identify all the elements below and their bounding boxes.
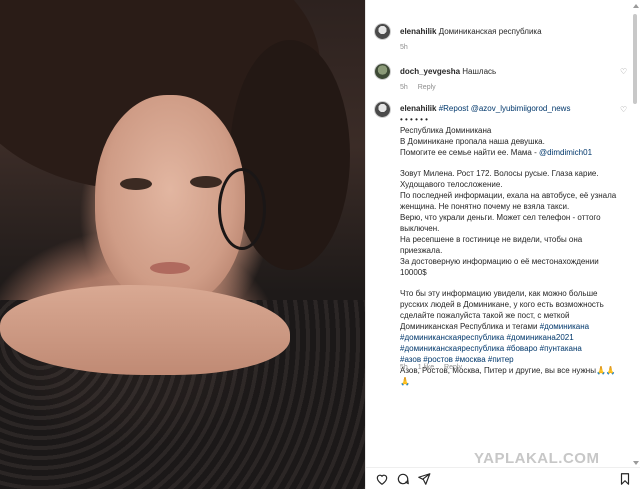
mention-link[interactable]: @dimdimich01 [539,148,592,157]
caption-appeal: Что бы эту информацию увидели, как можно… [400,288,626,332]
hashtags-line-3[interactable]: #доминиканскаяреспублика #боваро #пунтак… [400,343,626,354]
post-photo [0,0,365,489]
caption-line-3-text: Помогите ее семье найти ее. Мама - [400,148,539,157]
heart-icon[interactable] [375,472,389,486]
comment-1-meta: 5h Reply [400,82,622,93]
comment-2-likes[interactable]: 1 like [418,364,434,371]
scroll-up-icon[interactable] [633,4,639,8]
eye-left [120,178,152,190]
author-username[interactable]: elenahilik [400,27,436,36]
comment-1-time[interactable]: 5h [400,84,408,91]
hashtag-link[interactable]: #доминикана [540,322,589,331]
comment-2-header: elenahilik #Repost @azov_lyubimiigorod_n… [400,103,626,114]
post-location-text: Доминиканская республика [438,27,542,36]
caption-line-1: Республика Доминикана [400,126,492,135]
comment-2: elenahilik #Repost @azov_lyubimiigorod_n… [400,103,626,387]
commenter-2-avatar[interactable] [374,101,391,118]
comment-2-username[interactable]: elenahilik [400,104,436,113]
scrollbar[interactable] [630,0,640,489]
caption-line-3: Помогите ее семье найти ее. Мама - @dimd… [400,147,626,158]
comment-1-like-icon[interactable]: ♡ [620,68,628,76]
comment-2-meta: 5h 1 like Reply [400,362,622,373]
repost-handle-link[interactable]: @azov_lyubimiigorod_news [471,104,571,113]
post-caption: elenahilik Доминиканская республика [400,26,622,37]
comment-2-reply-button[interactable]: Reply [444,364,462,371]
hoop-earring [218,168,266,250]
comment-1-username[interactable]: doch_yevgesha [400,67,460,76]
comment-icon[interactable] [396,472,410,486]
action-bar [366,467,640,489]
hashtags-line-2[interactable]: #доминиканскаяреспублика #доминикана2021 [400,332,626,343]
comment-1-reply-button[interactable]: Reply [418,84,436,91]
scroll-down-icon[interactable] [633,461,639,465]
caption-line-2: В Доминикане пропала наша девушка. [400,137,545,146]
post-time[interactable]: 5h [400,44,408,51]
caption-closing-2: 🙏 [400,377,410,386]
comment-2-time[interactable]: 5h [400,364,408,371]
comment-1-text: Нашлась [462,67,497,76]
repost-prefix[interactable]: #Repost [439,104,471,113]
share-icon[interactable] [417,472,431,486]
post-meta: 5h [400,42,622,53]
site-watermark: YAPLAKAL.COM [474,450,600,467]
scroll-thumb[interactable] [633,14,637,104]
comment-1: doch_yevgesha Нашлась [400,66,622,77]
repost-dots: • • • • • • [400,115,428,124]
commenter-avatar[interactable] [374,63,391,80]
eye-right [190,176,222,188]
author-avatar[interactable] [374,23,391,40]
comments-panel: elenahilik Доминиканская республика 5h d… [365,0,640,489]
lips-shape [150,262,190,274]
arm-shape [0,285,290,375]
caption-description: Зовут Милена. Рост 172. Волосы русые. Гл… [400,169,617,277]
